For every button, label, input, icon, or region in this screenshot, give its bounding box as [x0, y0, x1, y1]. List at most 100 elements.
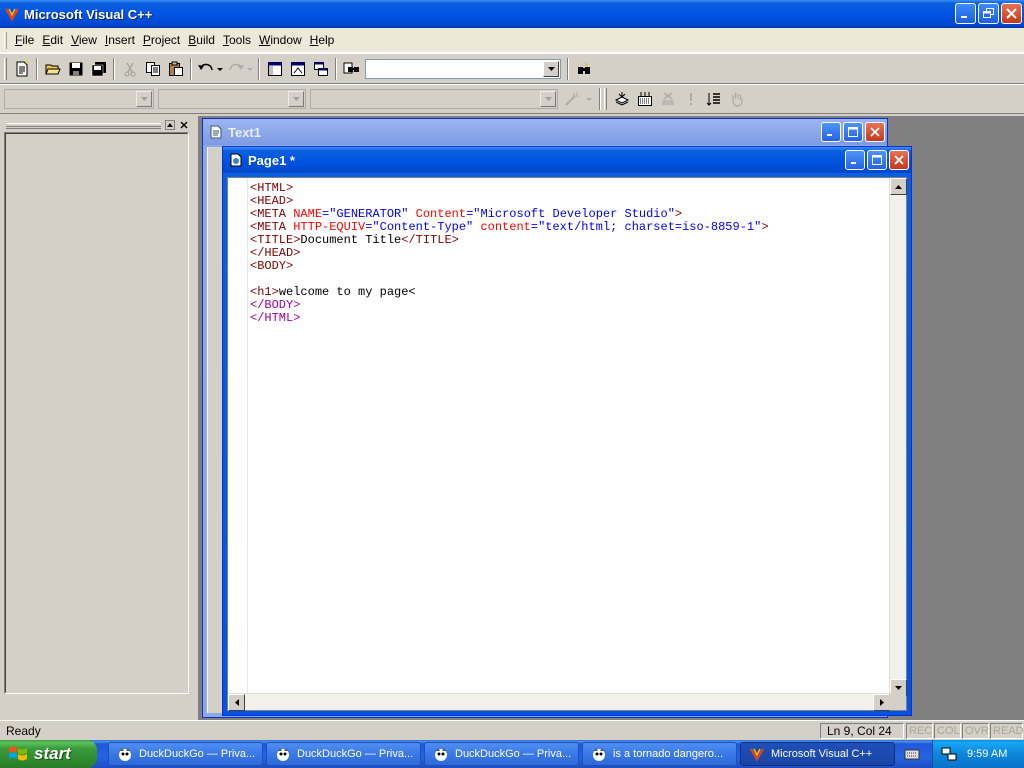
menu-build[interactable]: Build: [184, 31, 219, 49]
restore-button[interactable]: [978, 3, 999, 24]
clock[interactable]: 9:59 AM: [967, 748, 1007, 760]
network-icon[interactable]: [941, 746, 957, 762]
html-document-icon: [230, 153, 242, 167]
undo-icon: [198, 63, 223, 71]
scroll-right-button[interactable]: [873, 694, 890, 711]
text1-maximize-button[interactable]: [843, 122, 863, 142]
toolbar-grip[interactable]: [604, 88, 607, 110]
workspace-maximize-button[interactable]: [164, 120, 176, 132]
paste-button[interactable]: [164, 58, 187, 80]
code-line[interactable]: <TITLE>Document Title</TITLE>: [250, 234, 886, 247]
open-folder-icon: [44, 64, 61, 74]
browser-icon: [593, 748, 605, 761]
status-indicator-read: READ: [990, 723, 1024, 739]
code-token: >: [761, 220, 769, 234]
taskbar-button-tornado[interactable]: is a tornado dangero...: [582, 742, 737, 766]
go-button[interactable]: [725, 88, 748, 110]
copy-icon: [145, 61, 160, 76]
page1-title-bar[interactable]: Page1 *: [223, 147, 911, 173]
members-combo[interactable]: [310, 89, 558, 109]
class-combo-dropdown[interactable]: [136, 91, 152, 107]
text1-title-bar[interactable]: Text1: [203, 119, 887, 145]
horizontal-scrollbar[interactable]: [228, 693, 890, 711]
scroll-left-button[interactable]: [228, 694, 245, 711]
menu-project[interactable]: Project: [139, 31, 184, 49]
undo-button[interactable]: [195, 58, 225, 80]
menu-bar-grip[interactable]: [4, 31, 7, 49]
class-combo[interactable]: [4, 89, 154, 109]
workspace-tree-view[interactable]: [4, 132, 189, 694]
toolbar-separator: [190, 57, 192, 80]
save-all-button[interactable]: [87, 58, 110, 80]
scrollbar-corner: [889, 693, 906, 710]
taskbar-button-label: DuckDuckGo — Priva...: [455, 748, 572, 760]
restore-icon: [983, 8, 994, 18]
text1-minimize-button[interactable]: [821, 122, 841, 142]
find-combo[interactable]: [365, 58, 561, 79]
find-button[interactable]: [572, 58, 595, 80]
code-text[interactable]: <HTML> <HEAD> <META NAME="GENERATOR" Conte…: [250, 182, 886, 325]
menu-insert[interactable]: Insert: [101, 31, 139, 49]
page1-minimize-button[interactable]: [845, 150, 865, 170]
toolbar-grip[interactable]: [4, 57, 7, 80]
filter-combo[interactable]: [158, 89, 306, 109]
toolbar-separator: [36, 57, 38, 80]
minimize-icon: [851, 162, 856, 164]
compile-button[interactable]: [610, 88, 633, 110]
text1-close-button[interactable]: [865, 122, 885, 142]
keyboard-layout-icon[interactable]: [904, 746, 920, 762]
code-editor[interactable]: <HTML> <HEAD> <META NAME="GENERATOR" Conte…: [227, 177, 907, 711]
minimize-button[interactable]: [955, 3, 976, 24]
workspace-close-button[interactable]: [178, 120, 190, 132]
copy-button[interactable]: [141, 58, 164, 80]
find-in-files-button[interactable]: [340, 58, 363, 80]
close-icon: [870, 127, 880, 137]
taskbar-button-duckduckgo-1[interactable]: DuckDuckGo — Priva...: [108, 742, 263, 766]
members-combo-dropdown[interactable]: [540, 91, 556, 107]
code-line[interactable]: <HTML>: [250, 182, 886, 195]
filter-combo-dropdown[interactable]: [288, 91, 304, 107]
main-title-bar[interactable]: Microsoft Visual C++: [0, 0, 1024, 28]
code-line[interactable]: <BODY>: [250, 260, 886, 273]
window-list-button[interactable]: [309, 58, 332, 80]
page1-window[interactable]: Page1 * <HTML> <HEAD> <META NAME="GENERATO…: [222, 146, 912, 716]
page1-maximize-button[interactable]: [867, 150, 887, 170]
wizard-action-button[interactable]: [562, 88, 596, 110]
code-line[interactable]: <h1>welcome to my page<: [250, 286, 886, 299]
cut-button[interactable]: [118, 58, 141, 80]
menu-window[interactable]: Window: [255, 31, 306, 49]
stop-build-button[interactable]: [656, 88, 679, 110]
build-icon: [637, 92, 652, 106]
menu-edit[interactable]: Edit: [38, 31, 67, 49]
scroll-up-button[interactable]: [890, 178, 907, 195]
start-button[interactable]: start: [0, 740, 97, 768]
output-button[interactable]: [286, 58, 309, 80]
code-line[interactable]: </HTML>: [250, 312, 886, 325]
taskbar-button-duckduckgo-3[interactable]: DuckDuckGo — Priva...: [424, 742, 579, 766]
build-button[interactable]: [633, 88, 656, 110]
open-button[interactable]: [41, 58, 64, 80]
menu-tools[interactable]: Tools: [219, 31, 255, 49]
page1-close-button[interactable]: [889, 150, 909, 170]
new-text-file-button[interactable]: [10, 58, 33, 80]
editor-gutter[interactable]: [228, 178, 248, 696]
find-combo-dropdown[interactable]: [543, 60, 559, 77]
code-token: <HTML>: [250, 181, 294, 195]
save-button[interactable]: [64, 58, 87, 80]
workspace-button[interactable]: [263, 58, 286, 80]
close-button[interactable]: [1001, 3, 1022, 24]
taskbar-button-duckduckgo-2[interactable]: DuckDuckGo — Priva...: [266, 742, 421, 766]
redo-icon: [229, 63, 253, 71]
code-line[interactable]: </BODY>: [250, 299, 886, 312]
insert-breakpoint-button[interactable]: [702, 88, 725, 110]
execute-button[interactable]: [679, 88, 702, 110]
vertical-scrollbar[interactable]: [889, 178, 907, 696]
menu-help[interactable]: Help: [306, 31, 339, 49]
workspace-grip[interactable]: [6, 123, 161, 129]
magic-wand-icon: [565, 91, 592, 106]
redo-button[interactable]: [225, 58, 255, 80]
taskbar-button-visual-cpp[interactable]: Microsoft Visual C++: [740, 742, 895, 766]
menu-file[interactable]: File: [11, 31, 38, 49]
code-line[interactable]: </HEAD>: [250, 247, 886, 260]
menu-view[interactable]: View: [67, 31, 101, 49]
